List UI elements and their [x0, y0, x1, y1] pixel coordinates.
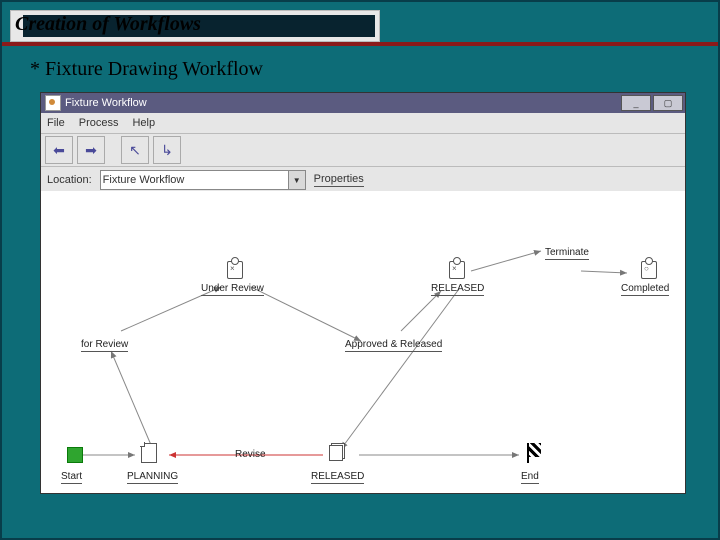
planning-label: PLANNING [127, 471, 178, 484]
slide-subtitle: * Fixture Drawing Workflow [30, 58, 263, 81]
menubar: File Process Help [41, 113, 685, 134]
down-button[interactable]: ↳ [153, 136, 181, 164]
completed-label: Completed [621, 283, 669, 296]
start-label: Start [61, 471, 82, 484]
location-label: Location: [47, 174, 92, 186]
workflow-canvas[interactable]: × × ○ Start PLANNING for Review Under Re… [41, 191, 685, 493]
title-underline [2, 42, 718, 46]
revise-label: Revise [235, 449, 266, 460]
slide-title: Creation of Workflows [15, 13, 201, 36]
minimize-button[interactable]: _ [621, 95, 651, 111]
java-icon [45, 95, 61, 111]
location-bar: Location: Fixture Workflow ▼ Properties [41, 167, 685, 194]
window-title: Fixture Workflow [65, 97, 147, 109]
menu-process[interactable]: Process [79, 117, 119, 129]
released-top-label: RELEASED [431, 283, 484, 296]
location-value: Fixture Workflow [103, 174, 185, 186]
released-top-node-icon[interactable]: × [449, 261, 465, 277]
start-node-icon[interactable] [67, 447, 83, 463]
released-bottom-label: RELEASED [311, 471, 364, 484]
up-button[interactable]: ↖ [121, 136, 149, 164]
window-titlebar: Fixture Workflow _ ▢ [41, 93, 685, 113]
properties-link[interactable]: Properties [314, 173, 364, 187]
toolbar: ⬅ ➡ ↖ ↳ [41, 134, 685, 167]
menu-help[interactable]: Help [132, 117, 155, 129]
dropdown-icon[interactable]: ▼ [288, 170, 306, 190]
completed-node-icon[interactable]: ○ [641, 261, 657, 277]
back-button[interactable]: ⬅ [45, 136, 73, 164]
released-bottom-node-icon[interactable] [329, 443, 345, 459]
maximize-button[interactable]: ▢ [653, 95, 683, 111]
menu-file[interactable]: File [47, 117, 65, 129]
for-review-label: for Review [81, 339, 128, 352]
under-review-node-icon[interactable]: × [227, 261, 243, 277]
approved-released-label: Approved & Released [345, 339, 442, 352]
workflow-app-window: Fixture Workflow _ ▢ File Process Help ⬅… [40, 92, 686, 494]
under-review-label: Under Review [201, 283, 264, 296]
location-combo[interactable]: Fixture Workflow ▼ [100, 170, 306, 190]
terminate-label: Terminate [545, 247, 589, 260]
slide-title-box: Creation of Workflows [10, 10, 380, 42]
planning-node-icon[interactable] [141, 443, 157, 459]
forward-button[interactable]: ➡ [77, 136, 105, 164]
end-label: End [521, 471, 539, 484]
end-node-icon[interactable] [527, 443, 543, 459]
